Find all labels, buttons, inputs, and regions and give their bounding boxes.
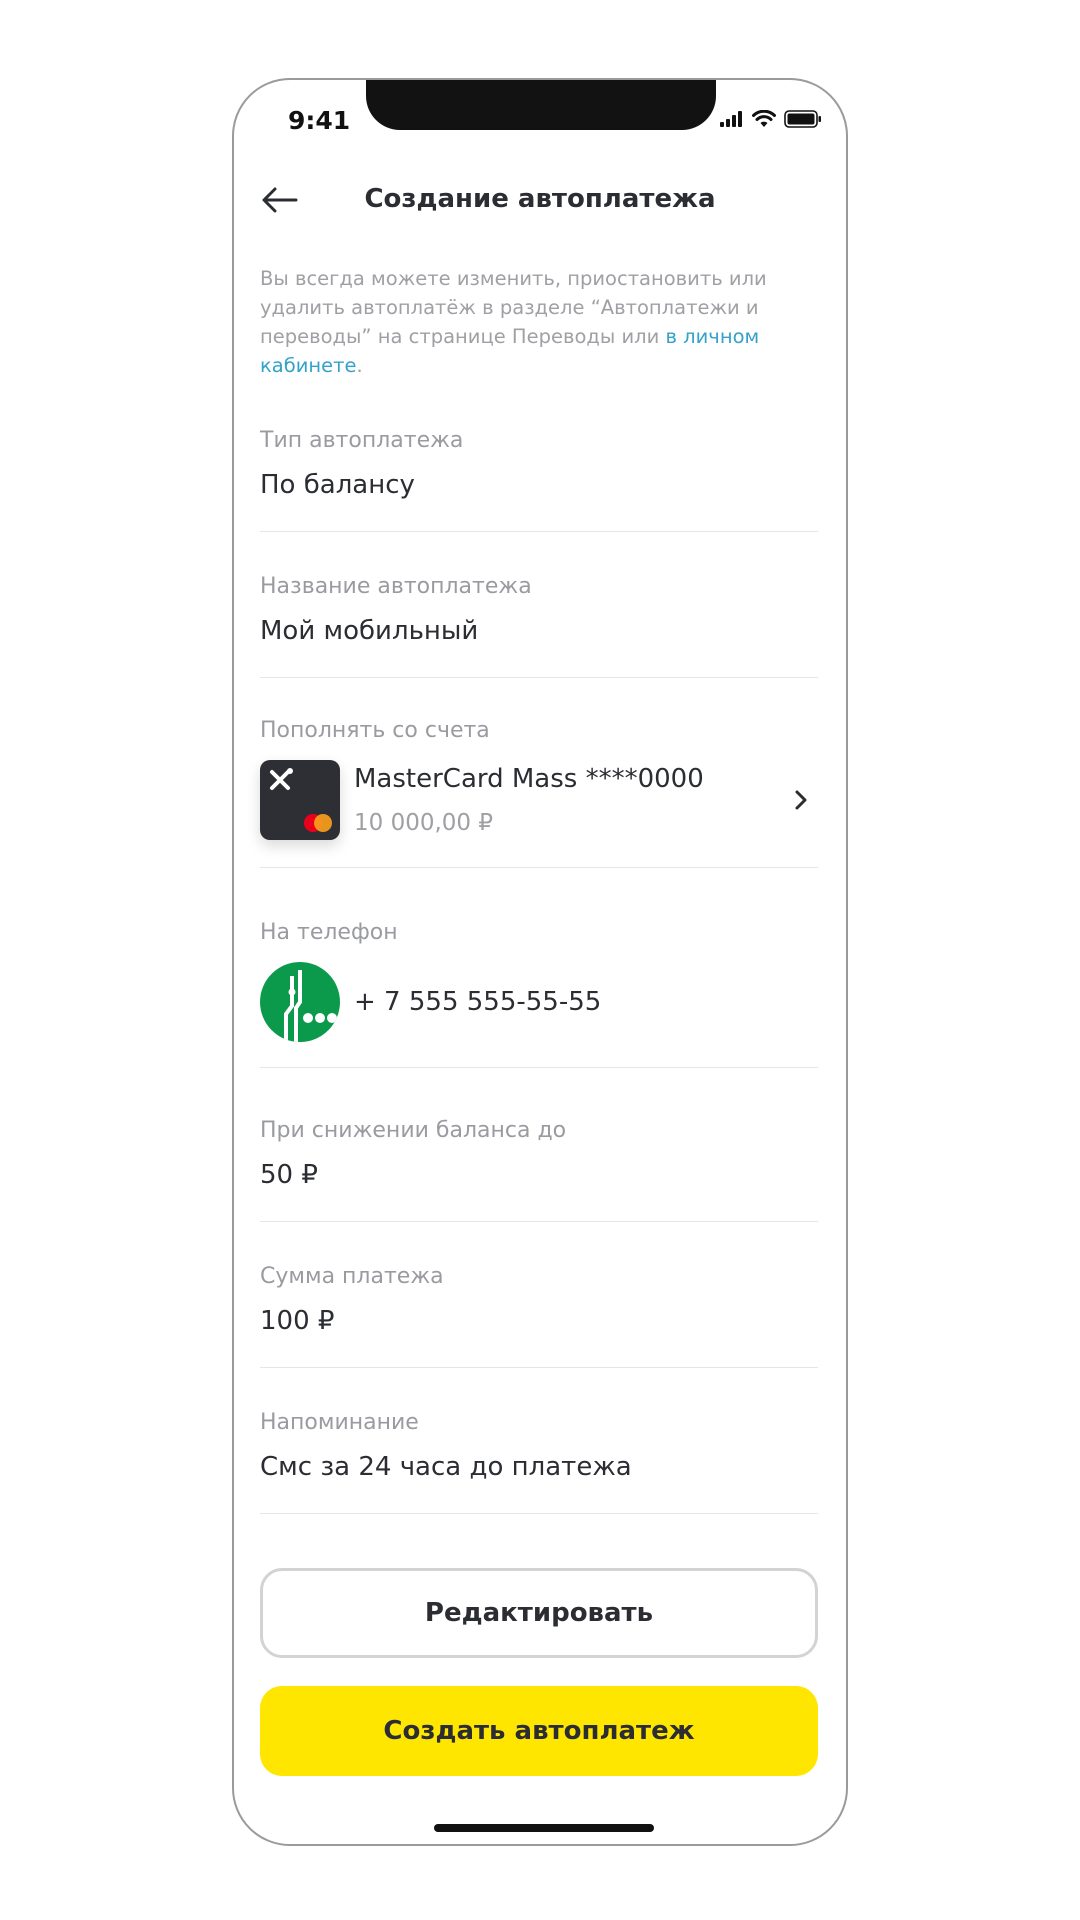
signal-icon — [720, 111, 742, 127]
source-account-row[interactable]: MasterCard Mass ****0000 10 000,00 ₽ — [260, 760, 818, 840]
status-icons — [720, 110, 822, 128]
card-name: MasterCard Mass ****0000 — [354, 764, 704, 794]
mastercard-icon — [304, 814, 332, 832]
wifi-icon — [752, 110, 776, 127]
home-indicator — [434, 1824, 654, 1832]
phone-text: + 7 555 555-55-55 — [354, 985, 818, 1019]
field-label: Напоминание — [260, 1410, 419, 1435]
field-label: Сумма платежа — [260, 1264, 444, 1289]
battery-icon — [784, 110, 821, 128]
field-value: Мой мобильный — [260, 616, 479, 646]
card-thumbnail — [260, 760, 340, 840]
field-reminder[interactable]: Напоминание Смс за 24 часа до платежа — [260, 1408, 818, 1514]
field-phone[interactable]: На телефон + 7 555 555-55-55 — [260, 918, 818, 1068]
phone-frame: 9:41 Создание автоплатежа Вы всегда може… — [232, 78, 848, 1846]
field-label: На телефон — [260, 920, 398, 945]
device-notch — [366, 80, 716, 130]
operator-logo-icon — [260, 962, 340, 1042]
field-payment-type[interactable]: Тип автоплатежа По балансу — [260, 426, 818, 532]
field-payment-amount[interactable]: Сумма платежа 100 ₽ — [260, 1262, 818, 1368]
field-label: Пополнять со счета — [260, 718, 490, 743]
field-label: Тип автоплатежа — [260, 428, 464, 453]
bank-logo-icon — [270, 768, 293, 790]
field-value: 50 ₽ — [260, 1160, 318, 1190]
field-source-account[interactable]: Пополнять со счета MasterCard Mass ****0… — [260, 716, 818, 868]
info-text: Вы всегда можете изменить, приостановить… — [260, 264, 820, 380]
card-balance: 10 000,00 ₽ — [354, 810, 493, 836]
field-value: 100 ₽ — [260, 1306, 335, 1336]
phone-number: + 7 555 555-55-55 — [354, 987, 602, 1017]
source-account-text: MasterCard Mass ****0000 10 000,00 ₽ — [354, 762, 786, 838]
create-autopayment-button[interactable]: Создать автоплатеж — [260, 1686, 818, 1776]
edit-button[interactable]: Редактировать — [260, 1568, 818, 1658]
header: Создание автоплатежа — [234, 170, 846, 230]
field-balance-threshold[interactable]: При снижении баланса до 50 ₽ — [260, 1116, 818, 1222]
field-value: Смс за 24 часа до платежа — [260, 1452, 632, 1482]
field-value: По балансу — [260, 470, 415, 500]
page-title: Создание автоплатежа — [364, 184, 716, 214]
info-end: . — [356, 354, 363, 377]
field-label: Название автоплатежа — [260, 574, 532, 599]
field-payment-name[interactable]: Название автоплатежа Мой мобильный — [260, 572, 818, 678]
field-label: При снижении баланса до — [260, 1118, 567, 1143]
chevron-right-icon[interactable] — [786, 785, 816, 815]
status-time: 9:41 — [288, 106, 351, 135]
phone-row: + 7 555 555-55-55 — [260, 962, 818, 1042]
